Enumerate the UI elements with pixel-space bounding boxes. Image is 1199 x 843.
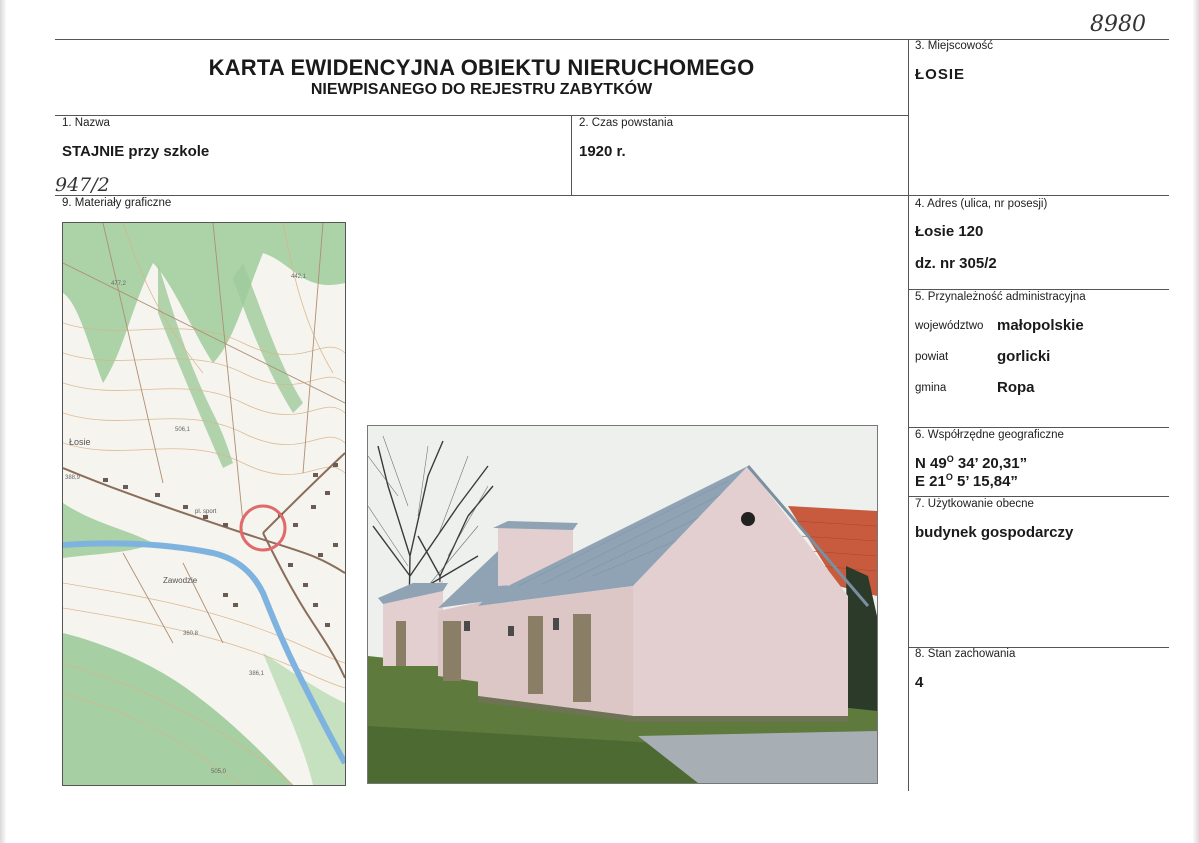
card-title: KARTA EWIDENCYJNA OBIEKTU NIERUCHOMEGO xyxy=(208,55,755,80)
map-elev-7: 505,0 xyxy=(211,769,227,775)
lat-degree-sign: O xyxy=(946,454,954,464)
coords-longitude: E 21O 5’ 15,84” xyxy=(915,472,1018,490)
lon-minutes-seconds: 5’ 15,84” xyxy=(952,473,1018,490)
address-line2: dz. nr 305/2 xyxy=(915,255,997,272)
handwritten-number: 8980 xyxy=(1090,12,1146,37)
condition-label: 8. Stan zachowania xyxy=(915,648,1016,660)
commune-value: Ropa xyxy=(997,379,1035,396)
rule-title-bottom xyxy=(55,115,908,116)
rule-top xyxy=(55,39,1169,40)
map-elev-3: 506,1 xyxy=(175,427,191,433)
lat-minutes-seconds: 34’ 20,31” xyxy=(953,455,1028,472)
rule-right-column xyxy=(908,39,909,791)
locality-value: ŁOSIE xyxy=(915,66,966,83)
commune-label: gmina xyxy=(915,382,947,394)
location-map: Łosie Zawodzie pl. sport 477,2 442,1 506… xyxy=(62,222,346,786)
rule-after-coords xyxy=(908,496,1169,497)
rule-row2-bottom xyxy=(55,195,1169,196)
map-elev-4: 388,9 xyxy=(65,475,81,481)
map-elev-1: 477,2 xyxy=(111,281,127,287)
scan-edge-left xyxy=(0,0,6,843)
building-photo xyxy=(367,425,878,784)
admin-label: 5. Przynależność administracyjna xyxy=(915,291,1086,303)
voivodeship-label: województwo xyxy=(915,320,984,332)
map-label-zawodzie: Zawodzie xyxy=(163,576,198,585)
map-elev-5: 360,8 xyxy=(183,631,199,637)
name-label: 1. Nazwa xyxy=(62,117,110,129)
condition-value: 4 xyxy=(915,674,924,691)
map-elev-2: 442,1 xyxy=(291,274,307,280)
county-label: powiat xyxy=(915,351,949,363)
graphics-label: 9. Materiały graficzne xyxy=(62,197,172,209)
coords-label: 6. Współrzędne geograficzne xyxy=(915,429,1064,441)
county-value: gorlicki xyxy=(997,348,1051,365)
usage-value: budynek gospodarczy xyxy=(915,524,1074,541)
map-label-sport: pl. sport xyxy=(195,509,217,515)
rule-name-date-split xyxy=(571,115,572,195)
rule-after-admin xyxy=(908,427,1169,428)
record-card: 8980 947/2 KARTA EWIDENCYJNA OBIEKTU NIE… xyxy=(0,0,1199,843)
date-label: 2. Czas powstania xyxy=(579,117,673,129)
address-label: 4. Adres (ulica, nr posesji) xyxy=(915,198,1048,210)
lat-degrees: N 49 xyxy=(915,455,947,472)
locality-label: 3. Miejscowość xyxy=(915,40,993,52)
handwritten-reference: 947/2 xyxy=(55,174,110,196)
usage-label: 7. Użytkowanie obecne xyxy=(915,498,1034,510)
address-line1: Łosie 120 xyxy=(915,223,984,240)
coords-latitude: N 49O 34’ 20,31” xyxy=(915,454,1027,472)
name-value: STAJNIE przy szkole xyxy=(62,143,210,160)
card-subtitle: NIEWPISANEGO DO REJESTRU ZABYTKÓW xyxy=(310,81,653,98)
voivodeship-value: małopolskie xyxy=(997,317,1084,334)
scan-edge-right xyxy=(1193,0,1199,843)
map-elev-6: 386,1 xyxy=(249,671,265,677)
lon-degrees: E 21 xyxy=(915,473,946,490)
date-value: 1920 r. xyxy=(579,143,626,160)
lon-degree-sign: O xyxy=(945,472,953,482)
map-label-losie: Łosie xyxy=(69,437,91,447)
rule-after-address xyxy=(908,289,1169,290)
